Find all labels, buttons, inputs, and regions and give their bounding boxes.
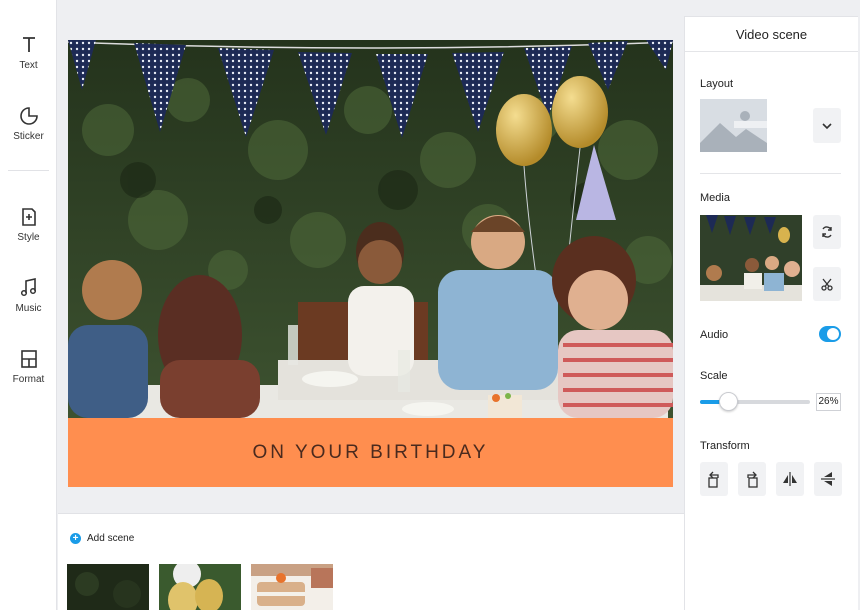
chevron-down-icon	[822, 122, 832, 129]
rotate-right-button[interactable]	[738, 462, 766, 496]
text-icon	[17, 33, 41, 57]
scene-photo[interactable]	[68, 40, 673, 418]
layout-dropdown-button[interactable]	[813, 108, 841, 143]
scene-strip: + Add scene	[58, 513, 684, 610]
rotate-right-icon	[747, 471, 758, 488]
image-placeholder-icon	[700, 111, 767, 152]
audio-toggle[interactable]	[819, 326, 841, 342]
music-icon	[17, 276, 41, 300]
audio-label: Audio	[700, 329, 729, 341]
scene-thumb[interactable]	[67, 564, 149, 610]
tool-music-label: Music	[15, 303, 42, 314]
transform-label: Transform	[700, 440, 750, 452]
scale-slider-handle[interactable]	[719, 392, 738, 411]
scale-value-field[interactable]: 26%	[816, 393, 841, 411]
tool-text[interactable]: Text	[0, 33, 57, 71]
rotate-left-icon	[708, 471, 719, 488]
tool-rail: Text Sticker Style Music Format	[0, 0, 57, 610]
flip-horizontal-icon	[783, 472, 797, 486]
panel-title: Video scene	[685, 17, 858, 52]
toggle-knob	[827, 328, 839, 340]
layout-preview[interactable]	[700, 99, 767, 152]
flip-vertical-button[interactable]	[814, 462, 842, 496]
flip-vertical-icon	[821, 472, 835, 486]
media-label: Media	[700, 192, 730, 204]
video-scene-panel: Video scene Layout Media Audio Scale 26%…	[684, 16, 858, 610]
style-icon	[17, 205, 41, 229]
tool-sticker-label: Sticker	[13, 131, 44, 142]
sticker-icon	[17, 104, 41, 128]
add-scene-button[interactable]: + Add scene	[70, 533, 134, 544]
scale-slider[interactable]	[700, 392, 810, 411]
flip-horizontal-button[interactable]	[776, 462, 804, 496]
tool-sticker[interactable]: Sticker	[0, 104, 57, 142]
media-thumbnail[interactable]	[700, 215, 802, 301]
tool-format[interactable]: Format	[0, 347, 57, 385]
scene-canvas[interactable]: ON YOUR BIRTHDAY	[68, 40, 673, 487]
panel-divider	[700, 173, 841, 174]
scene-thumb[interactable]	[251, 564, 333, 610]
scissors-icon	[821, 278, 833, 291]
layout-label: Layout	[700, 78, 734, 90]
tool-style[interactable]: Style	[0, 205, 57, 243]
replace-media-button[interactable]	[813, 215, 841, 249]
refresh-icon	[822, 226, 832, 238]
trim-media-button[interactable]	[813, 267, 841, 301]
caption-text[interactable]: ON YOUR BIRTHDAY	[253, 442, 489, 464]
format-icon	[17, 347, 41, 371]
tool-format-label: Format	[12, 374, 45, 385]
scene-thumb[interactable]	[159, 564, 241, 610]
plus-icon: +	[70, 533, 81, 544]
tool-text-label: Text	[19, 60, 38, 71]
add-scene-label: Add scene	[87, 533, 135, 544]
tool-music[interactable]: Music	[0, 276, 57, 314]
tool-style-label: Style	[17, 232, 40, 243]
rail-divider	[8, 170, 49, 171]
scale-label: Scale	[700, 370, 728, 382]
rotate-left-button[interactable]	[700, 462, 728, 496]
caption-bar[interactable]: ON YOUR BIRTHDAY	[68, 418, 673, 487]
